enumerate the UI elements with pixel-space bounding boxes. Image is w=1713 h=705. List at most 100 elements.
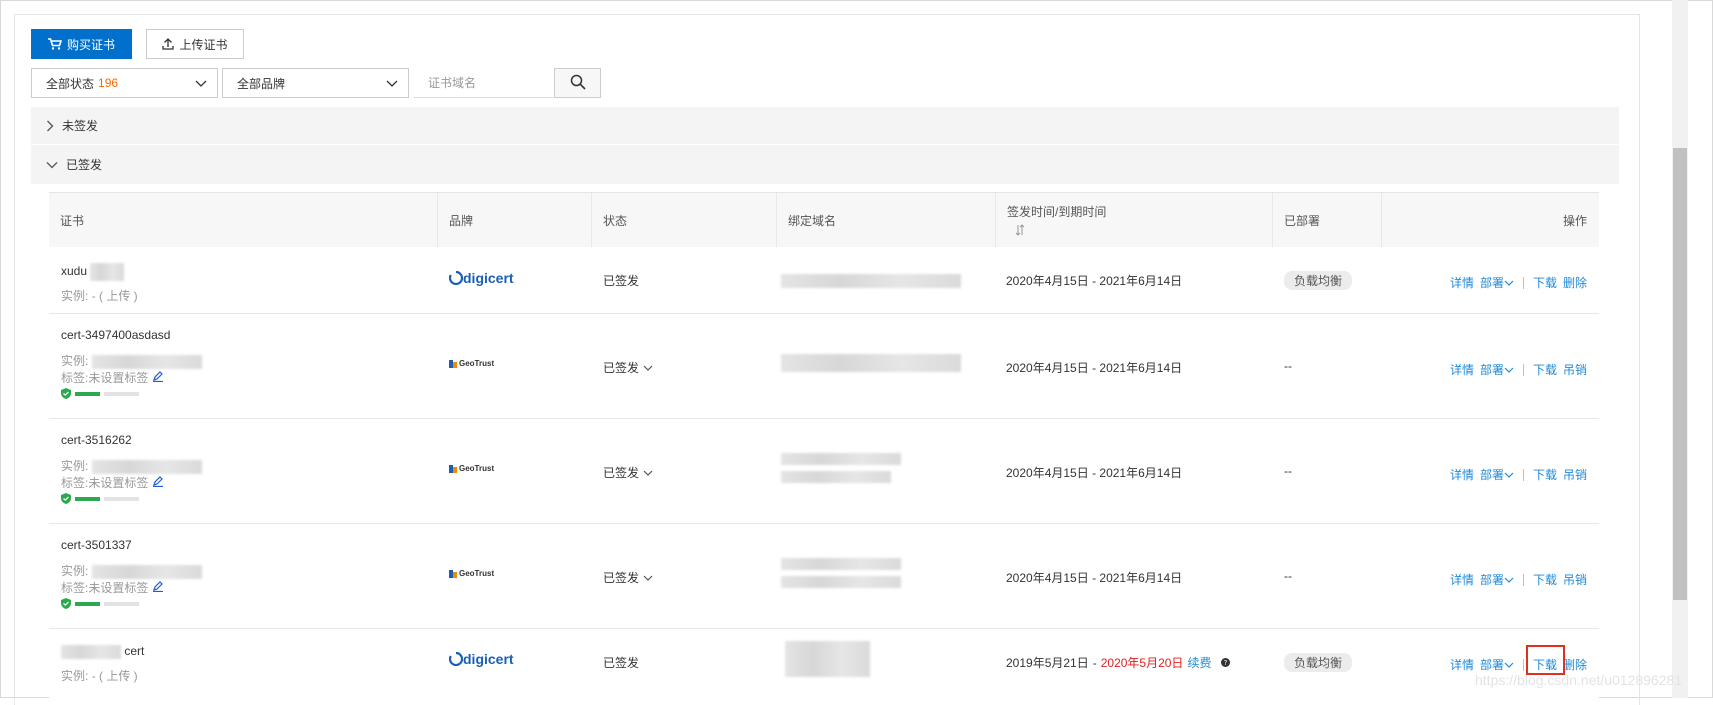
table-row: cert-3501337 实例: 标签:未设置标签 GeoTrust 已签发 2… xyxy=(49,524,1599,629)
download-link[interactable]: 下载 xyxy=(1533,361,1557,378)
deploy-dropdown[interactable]: 部署 xyxy=(1480,466,1514,483)
sort-icon[interactable] xyxy=(1015,223,1025,239)
row-actions: 详情 部署 下载 吊销 xyxy=(1450,361,1587,378)
status-filter-label: 全部状态 xyxy=(46,76,95,91)
shield-check-icon xyxy=(61,598,71,609)
column-header-time[interactable]: 签发时间/到期时间 xyxy=(996,193,1273,248)
details-link[interactable]: 详情 xyxy=(1450,361,1474,378)
digicert-logo: digicert xyxy=(449,651,514,667)
cert-instance: 实例: - ( 上传 ) xyxy=(61,289,138,303)
column-header-ops: 操作 xyxy=(1562,214,1587,228)
verification-progress xyxy=(61,388,139,399)
delete-link[interactable]: 删除 xyxy=(1563,656,1587,673)
brand-filter-select[interactable]: 全部品牌 xyxy=(222,68,409,98)
column-header-brand: 品牌 xyxy=(438,193,592,248)
cert-name[interactable]: cert-3501337 xyxy=(61,538,132,552)
details-link[interactable]: 详情 xyxy=(1450,656,1474,673)
deploy-dropdown[interactable]: 部署 xyxy=(1480,656,1514,673)
status-filter-select[interactable]: 全部状态 196 xyxy=(31,68,218,98)
chevron-down-icon xyxy=(195,77,207,92)
search-icon xyxy=(570,74,586,93)
cert-instance: 实例: xyxy=(61,562,202,579)
chevron-down-icon xyxy=(643,575,653,581)
edit-icon[interactable] xyxy=(152,476,164,490)
table-row: xudu 实例: - ( 上传 ) digicert 已签发 2020年4月15… xyxy=(49,247,1599,314)
divider xyxy=(1522,363,1524,376)
cert-name[interactable]: cert xyxy=(124,644,144,658)
cert-name[interactable]: xudu xyxy=(61,264,87,278)
deployed-none: -- xyxy=(1284,569,1292,583)
column-header-status: 状态 xyxy=(592,193,777,248)
deployed-badge: 负载均衡 xyxy=(1284,271,1353,290)
divider xyxy=(1522,276,1524,289)
cert-instance: 实例: xyxy=(61,457,202,474)
shield-check-icon xyxy=(61,493,71,504)
group-unsigned-header[interactable]: 未签发 xyxy=(31,107,1619,145)
divider xyxy=(1522,468,1524,481)
deploy-dropdown[interactable]: 部署 xyxy=(1480,571,1514,588)
bound-domain xyxy=(781,354,961,372)
cert-instance: 实例: xyxy=(61,352,202,369)
chevron-down-icon xyxy=(643,365,653,371)
chevron-down-icon xyxy=(1504,280,1514,286)
digicert-logo: digicert xyxy=(449,270,514,286)
chevron-down-icon xyxy=(1504,662,1514,668)
status-text: 已签发 xyxy=(603,656,640,670)
table-row: cert 实例: - ( 上传 ) digicert 已签发 2019年5月21… xyxy=(49,629,1599,698)
download-link[interactable]: 下载 xyxy=(1533,466,1557,483)
group-signed-header[interactable]: 已签发 xyxy=(31,145,1619,184)
search-button[interactable] xyxy=(554,68,601,98)
renew-link[interactable]: 续费 xyxy=(1187,654,1211,671)
cert-instance: 实例: - ( 上传 ) xyxy=(61,669,138,683)
bound-domain xyxy=(781,273,961,288)
cert-name[interactable]: cert-3497400asdasd xyxy=(61,328,170,342)
download-link[interactable]: 下载 xyxy=(1533,274,1557,291)
domain-search-input[interactable] xyxy=(413,68,554,98)
buy-certificate-button[interactable]: 购买证书 xyxy=(31,29,132,59)
bound-domain xyxy=(781,453,901,483)
brand-filter-label: 全部品牌 xyxy=(237,76,286,91)
revoke-link[interactable]: 吊销 xyxy=(1563,466,1587,483)
help-icon[interactable]: ? xyxy=(1221,656,1231,670)
deployed-badge: 负载均衡 xyxy=(1284,653,1353,672)
details-link[interactable]: 详情 xyxy=(1450,466,1474,483)
verification-progress xyxy=(61,493,139,504)
cert-name-cell: cert xyxy=(61,644,144,659)
buy-certificate-label: 购买证书 xyxy=(66,37,115,52)
scrollbar-thumb[interactable] xyxy=(1673,148,1687,600)
row-actions: 详情 部署 下载 吊销 xyxy=(1450,466,1587,483)
status-dropdown[interactable]: 已签发 xyxy=(603,569,653,586)
row-actions: 详情 部署 下载 删除 xyxy=(1450,656,1587,673)
table-header: 证书 品牌 状态 绑定域名 签发时间/到期时间 已部署 操作 xyxy=(49,192,1599,249)
upload-certificate-button[interactable]: 上传证书 xyxy=(146,29,244,59)
details-link[interactable]: 详情 xyxy=(1450,571,1474,588)
edit-icon[interactable] xyxy=(152,371,164,385)
validity-period: 2020年4月15日 - 2021年6月14日 xyxy=(1006,466,1183,480)
status-dropdown[interactable]: 已签发 xyxy=(603,359,653,376)
shield-check-icon xyxy=(61,388,71,399)
row-actions: 详情 部署 下载 删除 xyxy=(1450,274,1587,291)
cert-name[interactable]: cert-3516262 xyxy=(61,433,132,447)
revoke-link[interactable]: 吊销 xyxy=(1563,571,1587,588)
validity-period: 2020年4月15日 - 2021年6月14日 xyxy=(1006,274,1183,288)
delete-link[interactable]: 删除 xyxy=(1563,274,1587,291)
chevron-down-icon xyxy=(46,161,58,169)
download-link[interactable]: 下载 xyxy=(1533,571,1557,588)
table-row: cert-3516262 实例: 标签:未设置标签 GeoTrust 已签发 2… xyxy=(49,419,1599,524)
geotrust-logo: GeoTrust xyxy=(449,569,494,578)
divider xyxy=(1522,658,1524,671)
edit-icon[interactable] xyxy=(152,581,164,595)
divider xyxy=(1522,573,1524,586)
cert-tag: 标签:未设置标签 xyxy=(61,369,164,386)
deploy-dropdown[interactable]: 部署 xyxy=(1480,361,1514,378)
status-dropdown[interactable]: 已签发 xyxy=(603,464,653,481)
deploy-dropdown[interactable]: 部署 xyxy=(1480,274,1514,291)
group-signed-label: 已签发 xyxy=(66,158,103,172)
validity-period: 2019年5月21日 - 2020年5月20日 续费 ? xyxy=(1006,654,1231,671)
chevron-down-icon xyxy=(643,470,653,476)
chevron-down-icon xyxy=(1504,367,1514,373)
details-link[interactable]: 详情 xyxy=(1450,274,1474,291)
status-count: 196 xyxy=(98,76,119,90)
validity-period: 2020年4月15日 - 2021年6月14日 xyxy=(1006,571,1183,585)
revoke-link[interactable]: 吊销 xyxy=(1563,361,1587,378)
